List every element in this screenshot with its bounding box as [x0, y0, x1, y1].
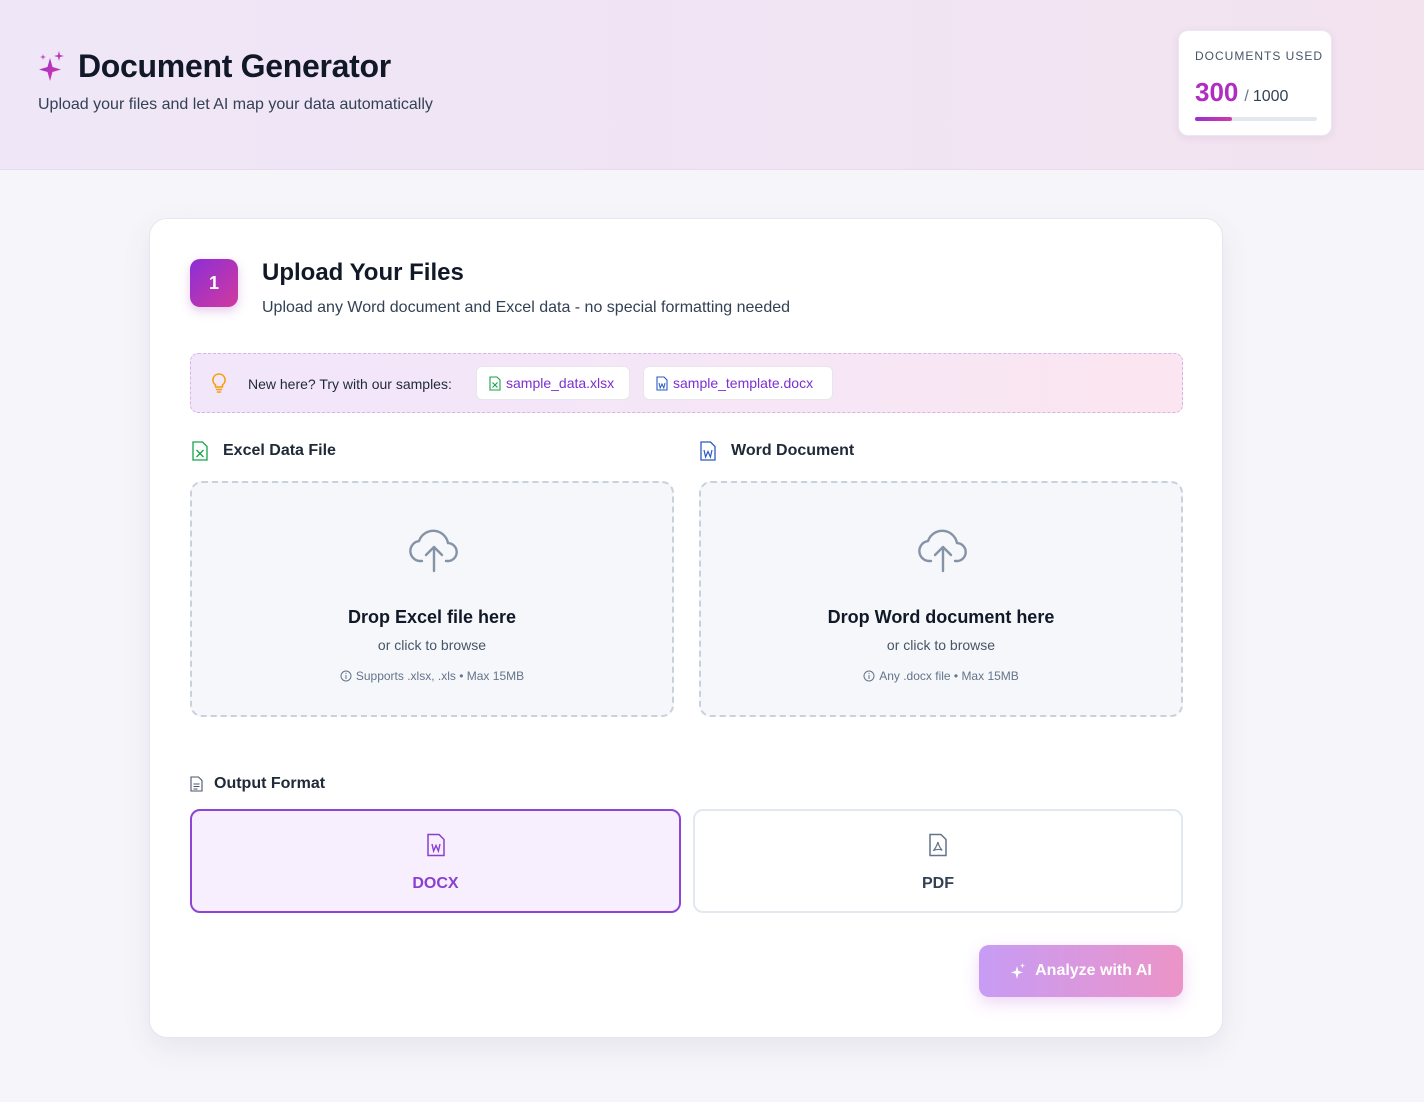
format-option-pdf-label: PDF [922, 875, 954, 892]
step-subtitle: Upload any Word document and Excel data … [262, 299, 791, 316]
word-upload-label-text: Word Document [731, 442, 855, 459]
sample-excel-label: sample_data.xlsx [506, 375, 615, 391]
word-dropzone-note: Any .docx file • Max 15MB [701, 669, 1181, 683]
word-dropzone-subtitle: or click to browse [886, 637, 996, 653]
info-icon [863, 670, 875, 682]
info-icon [340, 670, 352, 682]
page-header: Document Generator Upload your files and… [0, 0, 1424, 170]
samples-prompt: New here? Try with our samples: [248, 376, 452, 392]
usage-card: DOCUMENTS USED 300 / 1000 [1178, 30, 1332, 136]
analyze-button-label: Analyze with AI [1035, 962, 1152, 979]
pdf-file-icon [929, 833, 947, 857]
analyze-with-ai-button[interactable]: Analyze with AI [979, 945, 1183, 997]
output-format-label: Output Format [190, 775, 325, 793]
upload-card: 1 Upload Your Files Upload any Word docu… [149, 218, 1223, 1038]
usage-progress-bar [1195, 117, 1317, 121]
usage-label: DOCUMENTS USED [1195, 49, 1324, 63]
usage-separator: / [1244, 88, 1249, 105]
excel-dropzone-title: Drop Excel file here [347, 607, 517, 627]
sparkles-icon [1011, 963, 1026, 979]
usage-value: 300 / 1000 [1195, 77, 1288, 108]
excel-file-icon [489, 375, 501, 391]
usage-used: 300 [1195, 77, 1239, 107]
sample-word-label: sample_template.docx [673, 375, 814, 391]
step-number-badge: 1 [190, 259, 238, 307]
word-file-icon [426, 833, 445, 857]
output-format-label-text: Output Format [214, 775, 326, 792]
app-subtitle: Upload your files and let AI map your da… [38, 96, 433, 113]
word-dropzone-title: Drop Word document here [827, 607, 1055, 627]
format-option-pdf[interactable]: PDF [693, 809, 1183, 913]
sparkles-icon [39, 50, 64, 81]
step-title: Upload Your Files [262, 259, 464, 286]
cloud-upload-icon [918, 529, 967, 573]
excel-file-icon [192, 441, 208, 461]
word-file-icon [656, 375, 668, 391]
app-title: Document Generator [78, 48, 391, 84]
word-dropzone[interactable]: Drop Word document here or click to brow… [699, 481, 1183, 717]
usage-total: 1000 [1252, 88, 1289, 105]
excel-upload-label-text: Excel Data File [223, 442, 336, 459]
sample-word-button[interactable]: sample_template.docx [643, 366, 833, 400]
excel-dropzone-note: Supports .xlsx, .xls • Max 15MB [192, 669, 672, 683]
usage-progress-fill [1195, 117, 1232, 121]
word-file-icon [700, 441, 716, 461]
lightbulb-icon [212, 373, 226, 393]
excel-upload-label: Excel Data File [192, 441, 336, 461]
sample-excel-button[interactable]: sample_data.xlsx [476, 366, 630, 400]
title-row: Document Generator [38, 48, 391, 85]
excel-dropzone-note-text: Supports .xlsx, .xls • Max 15MB [355, 669, 525, 683]
samples-banner: New here? Try with our samples: sample_d… [190, 353, 1183, 413]
format-option-docx-label: DOCX [412, 875, 459, 892]
excel-dropzone[interactable]: Drop Excel file here or click to browse … [190, 481, 674, 717]
format-option-docx[interactable]: DOCX [190, 809, 681, 913]
word-upload-label: Word Document [700, 441, 854, 461]
document-icon [190, 776, 203, 792]
word-dropzone-note-text: Any .docx file • Max 15MB [879, 669, 1019, 683]
cloud-upload-icon [409, 529, 458, 573]
excel-dropzone-subtitle: or click to browse [377, 637, 487, 653]
